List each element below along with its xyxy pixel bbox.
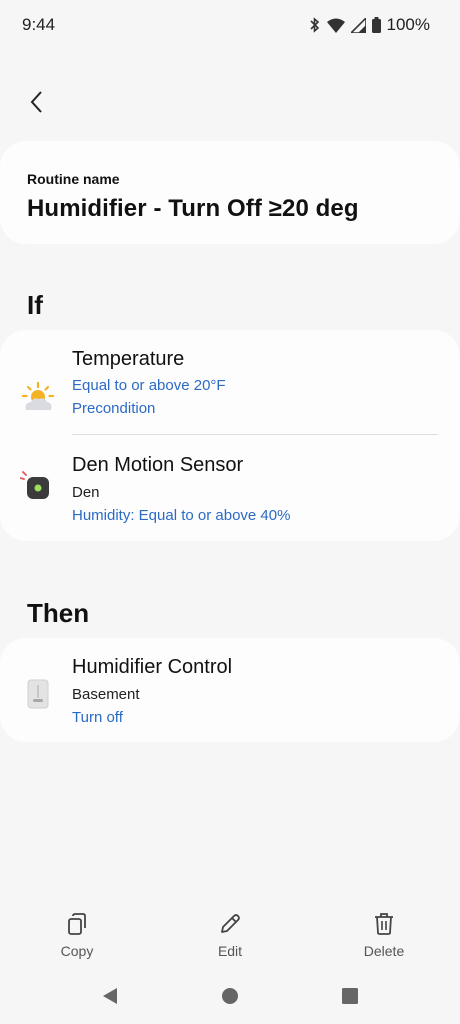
action-title: Humidifier Control [72,656,233,678]
back-button[interactable] [20,88,52,120]
copy-button[interactable]: Copy [27,906,127,959]
status-bar: 9:44 100% [0,0,460,50]
if-section-title: If [27,290,43,320]
then-actions-card: Humidifier Control Basement Turn off [0,638,460,742]
bottom-action-bar: Copy Edit Delete [0,906,460,966]
wifi-icon [326,18,345,33]
nav-back-button[interactable] [98,986,122,1010]
triangle-back-icon [101,987,119,1010]
condition-detail: Humidity: Equal to or above 40% [72,507,291,524]
copy-icon [27,912,127,936]
trash-icon [334,912,434,936]
status-icons: 100% [309,15,430,35]
condition-location: Den [72,484,100,501]
if-conditions-card: Temperature Equal to or above 20°F Preco… [0,330,460,541]
edit-button[interactable]: Edit [180,906,280,959]
condition-precondition: Precondition [72,400,156,417]
weather-sun-cloud-icon [20,380,56,416]
routine-name-value: Humidifier - Turn Off ≥20 deg [27,195,359,222]
condition-detail: Equal to or above 20°F [72,377,226,394]
condition-title: Den Motion Sensor [72,454,244,476]
nav-home-button[interactable] [218,986,242,1010]
action-location: Basement [72,686,140,703]
condition-item-temperature[interactable]: Temperature Equal to or above 20°F Preco… [0,348,460,438]
routine-name-label: Routine name [27,171,120,187]
signal-icon [350,17,366,33]
action-item-humidifier[interactable]: Humidifier Control Basement Turn off [0,656,460,736]
status-time: 9:44 [22,15,56,34]
battery-icon [371,17,381,33]
delete-label: Delete [363,943,405,959]
copy-label: Copy [60,943,94,959]
divider [72,434,438,435]
condition-title: Temperature [72,348,185,370]
nav-recents-button[interactable] [338,986,362,1010]
delete-button[interactable]: Delete [334,906,434,959]
then-section-title: Then [27,598,90,628]
system-nav-bar [0,980,460,1016]
condition-item-motion-sensor[interactable]: Den Motion Sensor Den Humidity: Equal to… [0,454,460,534]
action-detail: Turn off [72,709,123,726]
humidifier-icon [20,676,56,712]
square-recents-icon [341,987,359,1010]
battery-percent: 100% [386,15,430,34]
circle-home-icon [221,987,239,1010]
routine-name-card[interactable]: Routine name Humidifier - Turn Off ≥20 d… [0,141,460,244]
pencil-icon [180,912,280,936]
bluetooth-icon [309,17,321,33]
chevron-left-icon [29,90,43,119]
motion-sensor-icon [19,468,56,504]
edit-label: Edit [217,943,243,959]
